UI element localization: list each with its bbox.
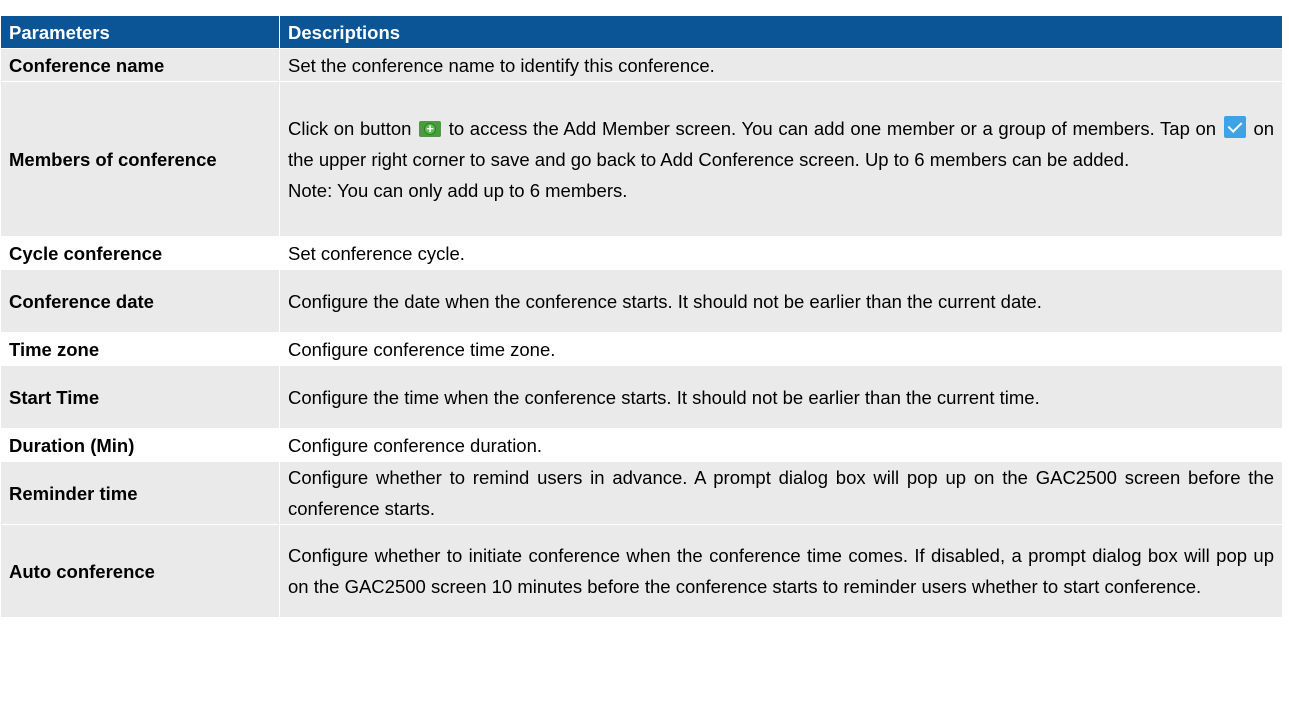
param-description: Configure the time when the conference s…: [279, 365, 1283, 429]
table-row: Conference date Configure the date when …: [0, 269, 1283, 333]
param-description: Set the conference name to identify this…: [279, 48, 1283, 82]
table-row: Conference name Set the conference name …: [0, 48, 1283, 82]
param-name: Time zone: [0, 332, 280, 366]
table-row: Start Time Configure the time when the c…: [0, 365, 1283, 429]
param-name: Duration (Min): [0, 428, 280, 462]
param-description: Configure conference time zone.: [279, 332, 1283, 366]
note-text: Note: You can only add up to 6 members.: [288, 179, 628, 201]
desc-text: Click on button: [288, 117, 412, 139]
param-name: Conference name: [0, 48, 280, 82]
param-name: Start Time: [0, 365, 280, 429]
checkmark-icon: [1223, 115, 1246, 138]
param-description: Click on button to access the Add Member…: [279, 81, 1283, 237]
param-name: Reminder time: [0, 461, 280, 525]
table-row: Reminder time Configure whether to remin…: [0, 461, 1283, 525]
table-row: Members of conference Click on button to…: [0, 81, 1283, 237]
param-name: Auto conference: [0, 524, 280, 618]
param-description: Configure conference duration.: [279, 428, 1283, 462]
param-description: Set conference cycle.: [279, 236, 1283, 270]
table-row: Cycle conference Set conference cycle.: [0, 236, 1283, 270]
param-name: Cycle conference: [0, 236, 280, 270]
header-descriptions: Descriptions: [279, 15, 1283, 49]
header-parameters: Parameters: [0, 15, 280, 49]
param-name: Members of conference: [0, 81, 280, 237]
param-description: Configure whether to remind users in adv…: [279, 461, 1283, 525]
table-row: Duration (Min) Configure conference dura…: [0, 428, 1283, 462]
add-member-icon: [419, 113, 442, 144]
table-row: Auto conference Configure whether to ini…: [0, 524, 1283, 618]
param-description: Configure the date when the conference s…: [279, 269, 1283, 333]
param-description: Configure whether to initiate conference…: [279, 524, 1283, 618]
param-name: Conference date: [0, 269, 280, 333]
table-row: Time zone Configure conference time zone…: [0, 332, 1283, 366]
desc-text: to access the Add Member screen. You can…: [448, 117, 1217, 139]
parameters-table: Parameters Descriptions Conference name …: [0, 15, 1283, 618]
table-header-row: Parameters Descriptions: [0, 15, 1283, 49]
